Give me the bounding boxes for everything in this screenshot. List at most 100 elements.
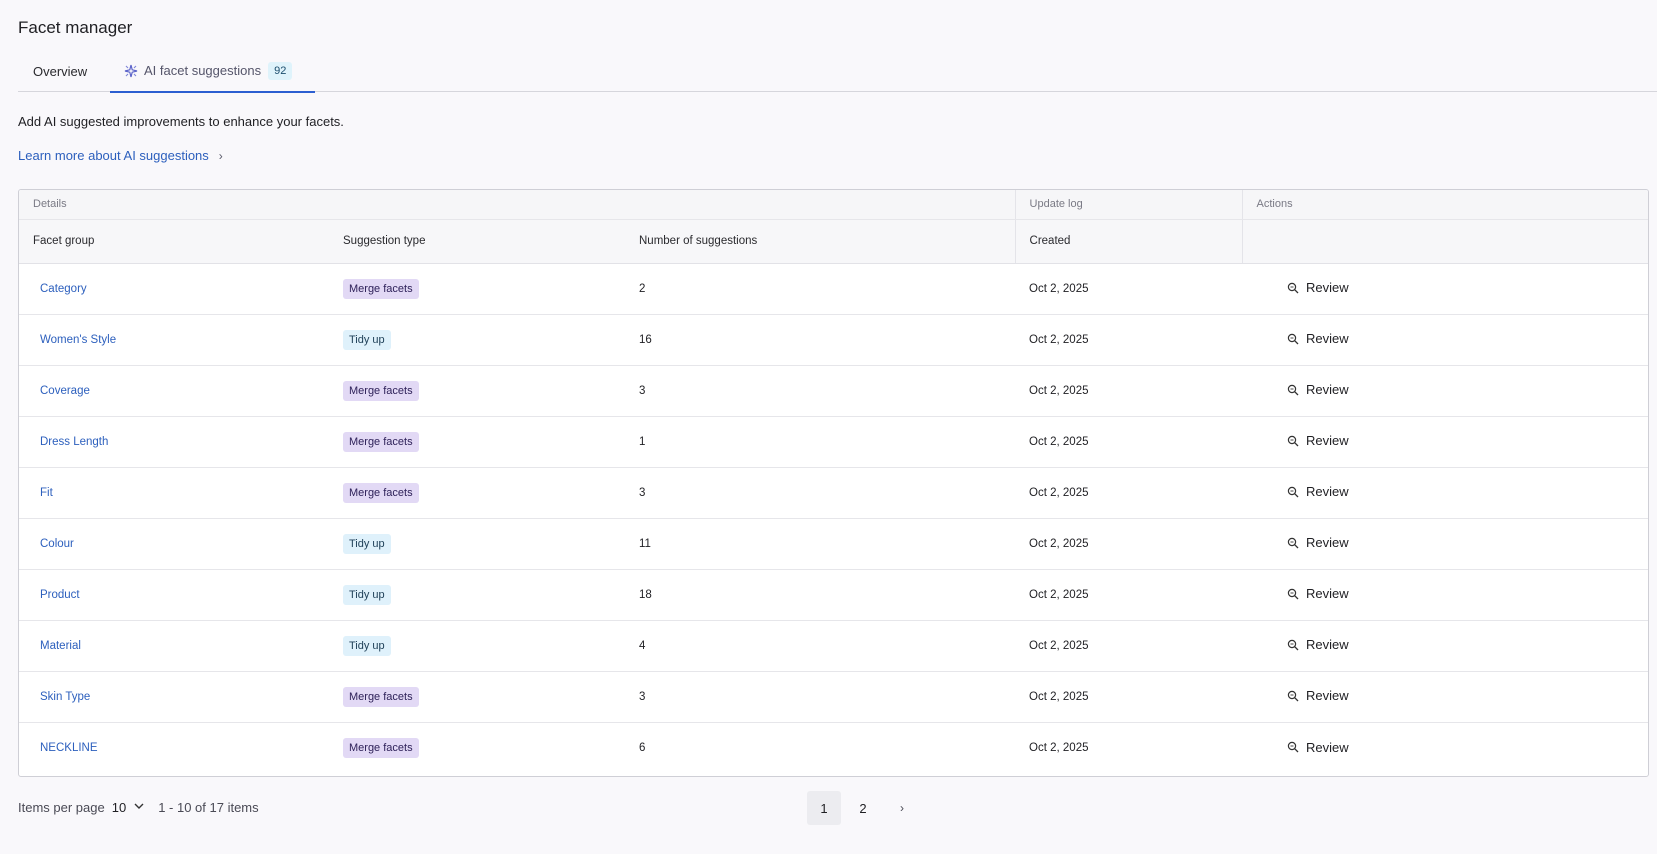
review-button[interactable]: Review xyxy=(1287,688,1349,703)
chevron-down-icon xyxy=(134,802,144,813)
intro-text: Add AI suggested improvements to enhance… xyxy=(18,114,344,129)
review-button[interactable]: Review xyxy=(1287,637,1349,652)
facet-group-link[interactable]: Women's Style xyxy=(40,334,116,346)
review-label: Review xyxy=(1306,637,1349,653)
created-date: Oct 2, 2025 xyxy=(1015,620,1243,672)
magnifier-icon xyxy=(1287,741,1299,753)
suggestion-count: 3 xyxy=(625,671,1016,723)
learn-more-link[interactable]: Learn more about AI suggestions › xyxy=(18,148,223,163)
facet-group-link[interactable]: Material xyxy=(40,640,81,652)
next-page-button[interactable]: › xyxy=(885,791,919,825)
facet-group-link[interactable]: Fit xyxy=(40,487,53,499)
suggestion-type-badge: Merge facets xyxy=(343,380,419,401)
created-date: Oct 2, 2025 xyxy=(1015,569,1243,621)
suggestion-count: 1 xyxy=(625,416,1016,468)
suggestion-count: 16 xyxy=(625,314,1016,366)
group-header-details: Details xyxy=(19,190,1016,220)
suggestion-count: 18 xyxy=(625,569,1016,621)
facet-group-link[interactable]: Skin Type xyxy=(40,691,90,703)
facet-group-link[interactable]: Dress Length xyxy=(40,436,108,448)
suggestion-type-badge: Merge facets xyxy=(343,737,419,758)
column-header-created: Created xyxy=(1014,219,1243,264)
table-row: Women's Style Tidy up 16 Oct 2, 2025 Rev… xyxy=(19,314,1648,366)
facet-manager-page: Facet manager Overview AI facet suggesti… xyxy=(0,0,1657,854)
facet-group-link[interactable]: Category xyxy=(40,283,87,295)
items-per-page-select[interactable]: 10 xyxy=(112,800,144,815)
suggestion-type-badge: Tidy up xyxy=(343,635,391,656)
table-row: Product Tidy up 18 Oct 2, 2025 Review xyxy=(19,569,1648,621)
tab-bar: Overview AI facet suggestions 92 xyxy=(18,50,1657,93)
created-date: Oct 2, 2025 xyxy=(1015,467,1243,519)
magnifier-icon xyxy=(1287,690,1299,702)
magnifier-icon xyxy=(1287,333,1299,345)
magnifier-icon xyxy=(1287,282,1299,294)
review-button[interactable]: Review xyxy=(1287,331,1349,346)
suggestion-type-badge: Merge facets xyxy=(343,686,419,707)
items-per-page-label: Items per page xyxy=(18,800,105,815)
review-button[interactable]: Review xyxy=(1287,586,1349,601)
review-label: Review xyxy=(1306,433,1349,449)
tab-ai-facet-suggestions[interactable]: AI facet suggestions 92 xyxy=(110,50,315,93)
created-date: Oct 2, 2025 xyxy=(1015,365,1243,417)
table-row: Skin Type Merge facets 3 Oct 2, 2025 Rev… xyxy=(19,671,1648,723)
chevron-right-icon: › xyxy=(900,801,904,815)
review-button[interactable]: Review xyxy=(1287,433,1349,448)
review-label: Review xyxy=(1306,535,1349,551)
column-header-facet-group: Facet group xyxy=(19,219,329,264)
review-label: Review xyxy=(1306,586,1349,602)
ai-sparkle-icon xyxy=(124,64,138,78)
suggestion-count: 6 xyxy=(639,741,646,754)
page-button-2[interactable]: 2 xyxy=(846,791,880,825)
magnifier-icon xyxy=(1287,486,1299,498)
magnifier-icon xyxy=(1287,588,1299,600)
facet-group-link[interactable]: Product xyxy=(40,589,80,601)
magnifier-icon xyxy=(1287,435,1299,447)
review-label: Review xyxy=(1306,688,1349,704)
tab-overview[interactable]: Overview xyxy=(33,50,87,92)
suggestion-count: 11 xyxy=(625,518,1016,570)
review-label: Review xyxy=(1306,739,1349,755)
review-button[interactable]: Review xyxy=(1287,740,1349,755)
suggestion-type-badge: Tidy up xyxy=(343,329,391,350)
tab-ai-label: AI facet suggestions xyxy=(144,63,262,78)
review-label: Review xyxy=(1306,484,1349,500)
review-label: Review xyxy=(1306,382,1349,398)
facet-group-link[interactable]: NECKLINE xyxy=(40,742,98,754)
review-label: Review xyxy=(1306,331,1349,347)
facet-group-link[interactable]: Coverage xyxy=(40,385,90,397)
suggestion-type-badge: Merge facets xyxy=(343,278,419,299)
facet-group-link[interactable]: Colour xyxy=(40,538,74,550)
created-date: Oct 2, 2025 xyxy=(1015,518,1243,570)
group-header-actions: Actions xyxy=(1241,190,1648,220)
group-header-update-log: Update log xyxy=(1014,190,1243,220)
review-button[interactable]: Review xyxy=(1287,535,1349,550)
page-button-1[interactable]: 1 xyxy=(807,791,841,825)
magnifier-icon xyxy=(1287,384,1299,396)
created-date: Oct 2, 2025 xyxy=(1015,416,1243,468)
suggestion-count: 4 xyxy=(625,620,1016,672)
column-header-suggestion-type: Suggestion type xyxy=(329,219,625,264)
suggestion-count: 3 xyxy=(625,365,1016,417)
page-title: Facet manager xyxy=(18,18,133,37)
table-row: Colour Tidy up 11 Oct 2, 2025 Review xyxy=(19,518,1648,570)
created-date: Oct 2, 2025 xyxy=(1015,314,1243,366)
magnifier-icon xyxy=(1287,639,1299,651)
table-footer: Items per page 10 1 - 10 of 17 items 1 2… xyxy=(18,791,1649,825)
items-per-page-value: 10 xyxy=(111,800,127,815)
magnifier-icon xyxy=(1287,537,1299,549)
review-button[interactable]: Review xyxy=(1287,280,1349,295)
column-header-actions-empty xyxy=(1241,219,1648,264)
suggestion-count: 2 xyxy=(625,263,1016,315)
review-button[interactable]: Review xyxy=(1287,382,1349,397)
pagination: 1 2 › xyxy=(807,791,924,825)
suggestion-count-badge: 92 xyxy=(268,61,293,80)
items-per-page: Items per page 10 1 - 10 of 17 items xyxy=(18,800,259,815)
review-button[interactable]: Review xyxy=(1287,484,1349,499)
table-row: Material Tidy up 4 Oct 2, 2025 Review xyxy=(19,620,1648,672)
tab-overview-label: Overview xyxy=(33,63,88,79)
created-date: Oct 2, 2025 xyxy=(1029,741,1089,754)
table-row: Category Merge facets 2 Oct 2, 2025 Revi… xyxy=(19,263,1648,315)
table-row: Coverage Merge facets 3 Oct 2, 2025 Revi… xyxy=(19,365,1648,417)
suggestion-type-badge: Merge facets xyxy=(343,482,419,503)
suggestion-type-badge: Tidy up xyxy=(343,533,391,554)
